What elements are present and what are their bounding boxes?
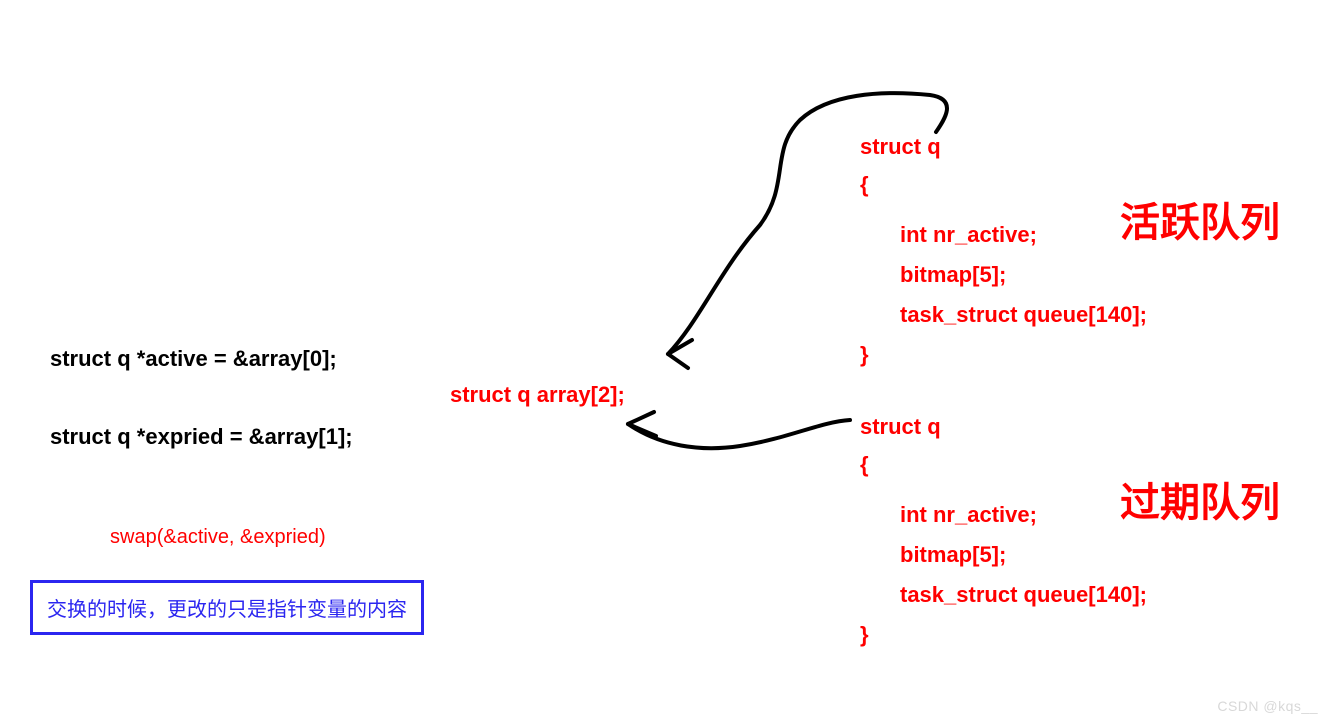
active-queue-arr: task_struct queue[140]; — [900, 302, 1147, 328]
expired-queue-label: 过期队列 — [1120, 470, 1280, 528]
watermark: CSDN @kqs__ — [1217, 698, 1318, 714]
active-struct-kw: struct q — [860, 134, 941, 160]
expired-nr-active: int nr_active; — [900, 502, 1037, 528]
active-brace-close: } — [860, 342, 869, 368]
expired-brace-close: } — [860, 622, 869, 648]
active-bitmap: bitmap[5]; — [900, 262, 1006, 288]
swap-explanation-box: 交换的时候，更改的只是指针变量的内容 — [30, 580, 424, 635]
expired-pointer-decl: struct q *expried = &array[1]; — [50, 424, 353, 450]
active-nr-active: int nr_active; — [900, 222, 1037, 248]
active-brace-open: { — [860, 172, 869, 198]
expired-brace-open: { — [860, 452, 869, 478]
active-pointer-decl: struct q *active = &array[0]; — [50, 346, 337, 372]
swap-call: swap(&active, &expried) — [110, 526, 326, 549]
active-queue-label: 活跃队列 — [1120, 190, 1280, 248]
expired-struct-kw: struct q — [860, 414, 941, 440]
expired-queue-arr: task_struct queue[140]; — [900, 582, 1147, 608]
array-declaration: struct q array[2]; — [450, 382, 625, 408]
expired-bitmap: bitmap[5]; — [900, 542, 1006, 568]
swap-explanation-text: 交换的时候，更改的只是指针变量的内容 — [47, 599, 407, 621]
